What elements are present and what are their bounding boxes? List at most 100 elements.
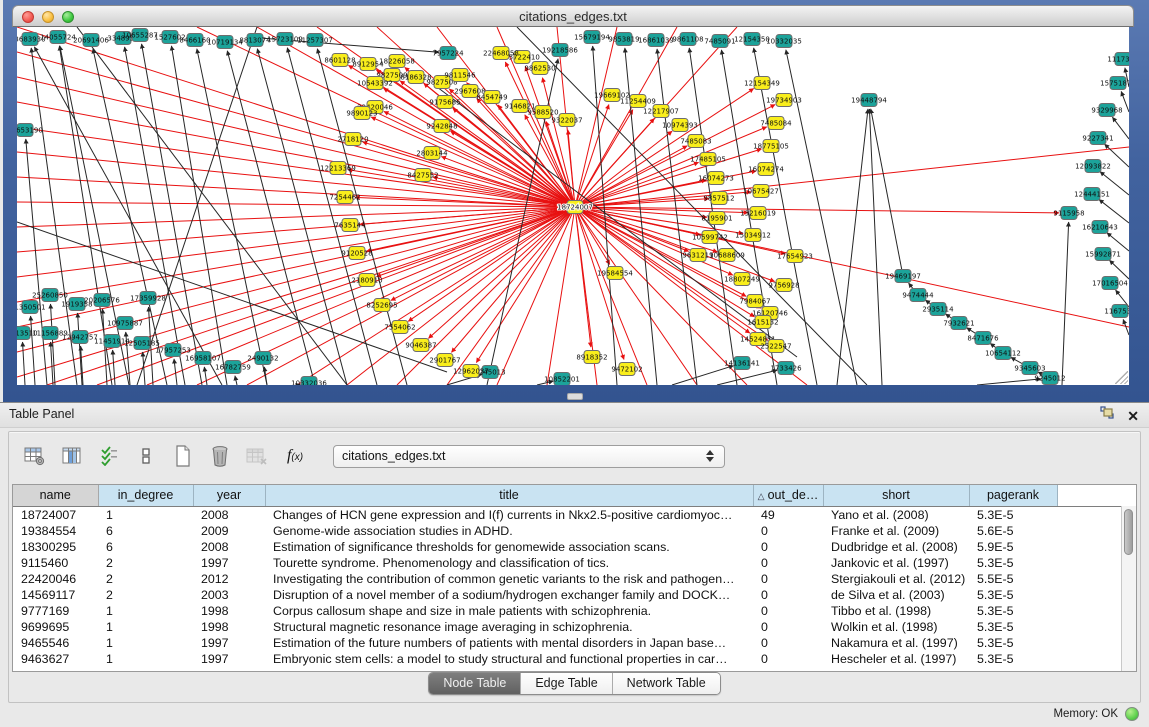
- column-header-out-de-[interactable]: △out_de…: [753, 485, 823, 506]
- table-cell[interactable]: 5.5E-5: [969, 571, 1057, 587]
- table-cell[interactable]: 0: [753, 603, 823, 619]
- table-cell[interactable]: 0: [753, 555, 823, 571]
- table-cell[interactable]: 2008: [193, 506, 265, 523]
- black-edge[interactable]: [174, 359, 177, 385]
- table-cell[interactable]: Yano et al. (2008): [823, 506, 969, 523]
- table-row[interactable]: 946554611997Estimation of the future num…: [13, 635, 1123, 651]
- table-cell[interactable]: Investigating the contribution of common…: [265, 571, 753, 587]
- table-scrollbar[interactable]: [1121, 506, 1136, 671]
- table-cell[interactable]: Nakamura et al. (1997): [823, 635, 969, 651]
- network-window[interactable]: citations_edges.txt 36839301405572420691…: [12, 5, 1134, 393]
- red-edge[interactable]: [47, 207, 575, 385]
- red-edge[interactable]: [441, 157, 575, 207]
- red-edge[interactable]: [247, 207, 575, 385]
- table-cell[interactable]: Genome-wide association studies in ADHD.: [265, 523, 753, 539]
- table-cell[interactable]: 1: [98, 603, 193, 619]
- network-canvas[interactable]: 3683930140557242069140633489501065528715…: [17, 27, 1129, 385]
- black-edge[interactable]: [437, 87, 797, 357]
- table-cell[interactable]: 18724007: [13, 506, 98, 523]
- table-row[interactable]: 1830029562008Estimation of significance …: [13, 539, 1123, 555]
- table-row[interactable]: 1456911722003Disruption of a novel membe…: [13, 587, 1123, 603]
- table-cell[interactable]: 14569117: [13, 587, 98, 603]
- zoom-window-button[interactable]: [62, 11, 74, 23]
- table-cell[interactable]: Tibbo et al. (1998): [823, 603, 969, 619]
- table-cell[interactable]: 2008: [193, 539, 265, 555]
- red-edge[interactable]: [17, 207, 575, 302]
- table-cell[interactable]: Franke et al. (2009): [823, 523, 969, 539]
- black-edge[interactable]: [1062, 222, 1069, 385]
- table-cell[interactable]: Dudbridge et al. (2008): [823, 539, 969, 555]
- black-edge[interactable]: [204, 367, 207, 385]
- table-cell[interactable]: Disruption of a novel member of a sodium…: [265, 587, 753, 603]
- float-panel-icon[interactable]: [1100, 406, 1115, 425]
- red-edge[interactable]: [17, 207, 575, 377]
- black-edge[interactable]: [23, 342, 25, 385]
- table-row[interactable]: 911546021997Tourette syndrome. Phenomeno…: [13, 555, 1123, 571]
- table-cell[interactable]: 9115460: [13, 555, 98, 571]
- table-cell[interactable]: 2: [98, 587, 193, 603]
- selection-mode-button[interactable]: [95, 442, 123, 470]
- table-cell[interactable]: 5.3E-5: [969, 651, 1057, 667]
- column-header-in-degree[interactable]: in_degree: [98, 485, 193, 506]
- table-options-button[interactable]: [21, 442, 49, 470]
- red-edge[interactable]: [17, 207, 575, 352]
- black-edge[interactable]: [31, 316, 35, 385]
- tab-node-table[interactable]: Node Table: [429, 673, 520, 694]
- table-cell[interactable]: Estimation of the future numbers of pati…: [265, 635, 753, 651]
- black-edge[interactable]: [977, 379, 1041, 385]
- black-edge[interactable]: [1112, 117, 1129, 139]
- tab-network-table[interactable]: Network Table: [612, 673, 720, 694]
- red-edge[interactable]: [347, 207, 575, 385]
- table-cell[interactable]: 2003: [193, 587, 265, 603]
- column-header-year[interactable]: year: [193, 485, 265, 506]
- table-cell[interactable]: 5.3E-5: [969, 603, 1057, 619]
- table-cell[interactable]: 2: [98, 571, 193, 587]
- network-graph[interactable]: 3683930140557242069140633489501065528715…: [17, 27, 1129, 385]
- table-cell[interactable]: 22420046: [13, 571, 98, 587]
- table-cell[interactable]: 1: [98, 635, 193, 651]
- show-columns-button[interactable]: [58, 442, 86, 470]
- table-cell[interactable]: 5.3E-5: [969, 555, 1057, 571]
- black-edge[interactable]: [1099, 200, 1129, 223]
- black-edge[interactable]: [837, 109, 868, 385]
- red-edge[interactable]: [575, 207, 591, 347]
- table-cell[interactable]: 0: [753, 587, 823, 603]
- create-column-button[interactable]: [169, 442, 197, 470]
- minimize-window-button[interactable]: [42, 11, 54, 23]
- column-header-name[interactable]: name: [13, 485, 98, 506]
- table-cell[interactable]: 0: [753, 651, 823, 667]
- table-cell[interactable]: Embryonic stem cells: a model to study s…: [265, 651, 753, 667]
- close-panel-icon[interactable]: ✕: [1127, 408, 1139, 424]
- table-cell[interactable]: 2009: [193, 523, 265, 539]
- table-cell[interactable]: de Silva et al. (2003): [823, 587, 969, 603]
- table-cell[interactable]: 5.3E-5: [969, 587, 1057, 603]
- table-row[interactable]: 969969511998Structural magnetic resonanc…: [13, 619, 1123, 635]
- table-cell[interactable]: Structural magnetic resonance image aver…: [265, 619, 753, 635]
- table-row[interactable]: 946362711997Embryonic stem cells: a mode…: [13, 651, 1123, 667]
- table-cell[interactable]: 1: [98, 506, 193, 523]
- black-edge[interactable]: [672, 366, 733, 385]
- table-cell[interactable]: 1997: [193, 635, 265, 651]
- black-edge[interactable]: [317, 49, 407, 385]
- tab-edge-table[interactable]: Edge Table: [520, 673, 611, 694]
- red-edge[interactable]: [371, 117, 575, 207]
- table-cell[interactable]: 1998: [193, 603, 265, 619]
- table-cell[interactable]: 6: [98, 539, 193, 555]
- delete-column-button[interactable]: [206, 442, 234, 470]
- table-cell[interactable]: 9463627: [13, 651, 98, 667]
- table-cell[interactable]: Changes of HCN gene expression and I(f) …: [265, 506, 753, 523]
- resize-grip-icon[interactable]: [1115, 371, 1128, 384]
- table-cell[interactable]: 5.3E-5: [969, 635, 1057, 651]
- table-cell[interactable]: Jankovic et al. (1997): [823, 555, 969, 571]
- table-cell[interactable]: Estimation of significance thresholds fo…: [265, 539, 753, 555]
- table-cell[interactable]: 9465546: [13, 635, 98, 651]
- table-cell[interactable]: 49: [753, 506, 823, 523]
- table-row[interactable]: 2242004622012Investigating the contribut…: [13, 571, 1123, 587]
- table-cell[interactable]: 5.6E-5: [969, 523, 1057, 539]
- row-height-button[interactable]: [132, 442, 160, 470]
- table-cell[interactable]: 0: [753, 539, 823, 555]
- table-cell[interactable]: 1: [98, 619, 193, 635]
- table-row[interactable]: 977716911998Corpus callosum shape and si…: [13, 603, 1123, 619]
- table-cell[interactable]: 2: [98, 555, 193, 571]
- column-header-short[interactable]: short: [823, 485, 969, 506]
